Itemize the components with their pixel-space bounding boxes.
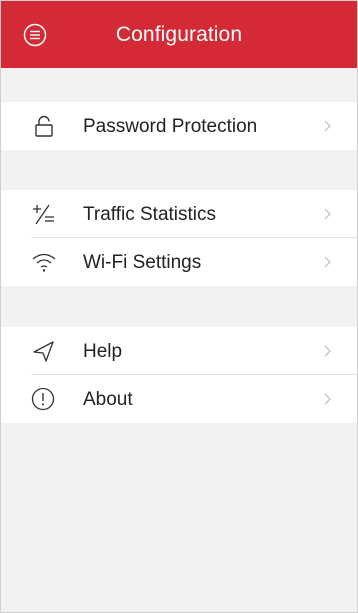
info-circle-icon xyxy=(31,387,55,411)
traffic-statistics-label: Traffic Statistics xyxy=(83,204,217,225)
configuration-screen: Configuration Password Protection Traffi… xyxy=(0,0,358,613)
chevron-right-icon xyxy=(324,208,331,220)
about-item[interactable]: About xyxy=(1,375,357,423)
wifi-icon xyxy=(32,253,56,272)
password-protection-label: Password Protection xyxy=(83,116,258,137)
about-label: About xyxy=(83,389,133,410)
settings-group-network: Traffic Statistics Wi-Fi Settings xyxy=(1,190,357,286)
chevron-right-icon xyxy=(324,393,331,405)
plus-minus-icon xyxy=(33,204,54,225)
lock-icon xyxy=(35,115,53,137)
header-bar: Configuration xyxy=(1,1,357,68)
help-item[interactable]: Help xyxy=(1,327,357,375)
chevron-right-icon xyxy=(324,120,331,132)
traffic-statistics-item[interactable]: Traffic Statistics xyxy=(1,190,357,238)
chevron-right-icon xyxy=(324,345,331,357)
chevron-right-icon xyxy=(324,256,331,268)
help-label: Help xyxy=(83,341,123,362)
wifi-settings-label: Wi-Fi Settings xyxy=(83,252,202,273)
page-title: Configuration xyxy=(115,23,243,46)
send-arrow-icon xyxy=(33,341,54,362)
settings-group-support: Help About xyxy=(1,327,357,423)
password-protection-item[interactable]: Password Protection xyxy=(1,102,357,150)
settings-group-security: Password Protection xyxy=(1,102,357,150)
wifi-settings-item[interactable]: Wi-Fi Settings xyxy=(1,238,357,286)
